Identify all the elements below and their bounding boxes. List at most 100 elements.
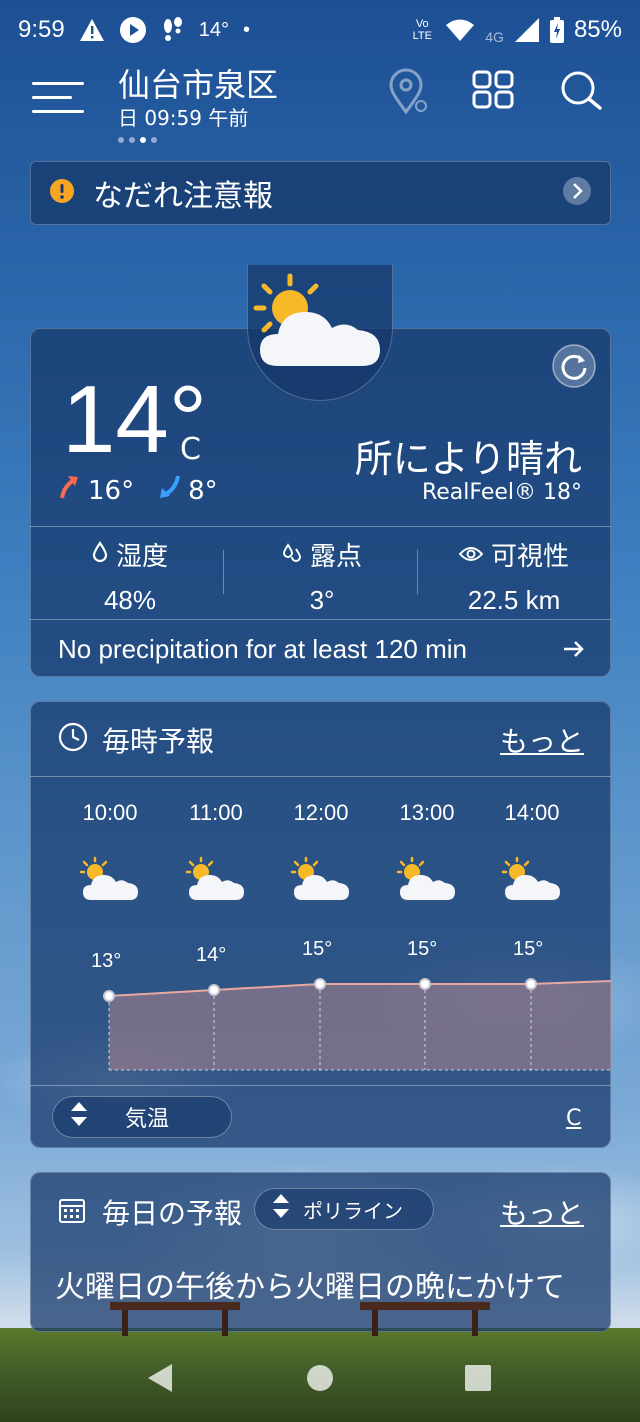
status-time: 9:59	[18, 16, 65, 43]
battery-icon	[549, 17, 564, 43]
refresh-icon[interactable]	[552, 344, 596, 392]
partly-sunny-icon	[55, 856, 165, 906]
grid-apps-icon[interactable]	[472, 70, 514, 114]
notification-dot-icon: •	[242, 18, 250, 41]
hour-column[interactable]: 12:00	[266, 800, 376, 906]
droplet-icon	[92, 540, 108, 570]
daily-more-link[interactable]: もっと	[500, 1192, 584, 1232]
partly-sunny-icon	[266, 856, 376, 906]
chevron-right-icon	[562, 176, 592, 210]
hour-time: 13:00	[399, 800, 455, 825]
partly-sunny-icon	[372, 856, 482, 906]
battery-level: 85%	[573, 16, 622, 43]
arrow-right-icon[interactable]	[562, 638, 586, 664]
sort-arrows-icon	[69, 1100, 89, 1134]
hour-time: 12:00	[293, 800, 349, 825]
footsteps-icon	[161, 17, 185, 43]
temperature-point	[419, 978, 431, 990]
location-pin-icon[interactable]	[388, 68, 428, 122]
bench-silhouette	[110, 1302, 490, 1336]
divider	[30, 526, 611, 527]
temperature-point	[103, 990, 115, 1002]
sort-arrows-icon	[271, 1192, 291, 1226]
clock-icon	[58, 722, 88, 756]
divider	[30, 1085, 611, 1086]
status-temp: 14°	[198, 18, 229, 41]
temperature-point	[314, 978, 326, 990]
page-indicator	[118, 137, 157, 143]
status-bar: 9:59 14° • Vo LTE 4G 85%	[0, 0, 640, 60]
dewpoint-stat: 露点 3°	[232, 536, 412, 616]
hour-temperature: 13°	[91, 950, 122, 972]
metric-selector[interactable]: 気温	[52, 1096, 232, 1138]
play-icon	[119, 16, 147, 44]
temperature-unit: C	[180, 432, 201, 467]
condition-text: 所により晴れ	[354, 437, 582, 481]
system-navigation-bar	[0, 1334, 640, 1422]
hour-temperature: 15°	[513, 938, 544, 960]
hour-temperature: 15°	[407, 938, 438, 960]
high-low-temps: 16° 8°	[58, 474, 218, 507]
wifi-icon	[445, 18, 475, 42]
dewpoint-icon	[282, 540, 302, 570]
precipitation-text[interactable]: No precipitation for at least 120 min	[58, 634, 467, 665]
humidity-value: 48%	[103, 585, 157, 615]
stat-separator	[417, 550, 418, 594]
temperature-point	[208, 984, 220, 996]
app-header: 仙台市泉区 日 09:59 午前	[0, 60, 640, 150]
daily-view-label: ポリライン	[303, 1198, 403, 1223]
daily-view-selector[interactable]: ポリライン	[254, 1188, 434, 1230]
alert-warning-icon	[49, 178, 75, 208]
visibility-value: 22.5 km	[467, 585, 561, 615]
partly-sunny-icon	[161, 856, 271, 906]
hourly-more-link[interactable]: もっと	[500, 720, 584, 760]
recents-button[interactable]	[464, 1364, 492, 1396]
dewpoint-value: 3°	[309, 585, 335, 615]
back-button[interactable]	[146, 1362, 174, 1398]
metric-selector-label: 気温	[125, 1107, 170, 1132]
city-name[interactable]: 仙台市泉区	[118, 60, 278, 106]
hour-column[interactable]: 13:00	[372, 800, 482, 906]
divider	[30, 776, 611, 777]
low-temp: 8°	[188, 475, 218, 506]
hour-temperature: 15°	[302, 938, 333, 960]
hour-temperature: 14°	[196, 944, 227, 966]
humidity-label: 湿度	[115, 542, 168, 572]
weather-alert-banner[interactable]: なだれ注意報	[30, 161, 611, 225]
divider	[30, 619, 611, 620]
humidity-stat: 湿度 48%	[40, 536, 220, 616]
arrow-up-icon	[58, 474, 82, 507]
unit-toggle[interactable]: C	[566, 1106, 581, 1131]
volte-label: Vo LTE	[412, 18, 432, 42]
eye-icon	[458, 540, 484, 570]
high-temp: 16°	[88, 475, 135, 506]
stat-separator	[223, 550, 224, 594]
signal-icon	[514, 17, 540, 43]
partly-sunny-icon	[250, 272, 390, 376]
daily-title: 毎日の予報	[102, 1197, 243, 1230]
hour-column[interactable]: 11:00	[161, 800, 271, 906]
hour-column[interactable]: 10:00	[55, 800, 165, 906]
home-button[interactable]	[306, 1364, 334, 1396]
network-type: 4G	[485, 29, 504, 45]
partly-sunny-icon	[477, 856, 587, 906]
hour-column[interactable]: 14:00	[477, 800, 587, 906]
temperature-area	[109, 981, 611, 1070]
hour-time: 10:00	[82, 800, 138, 825]
hourly-forecast-card	[30, 701, 611, 1148]
hour-time: 14:00	[504, 800, 560, 825]
realfeel-text: RealFeel® 18°	[421, 480, 582, 505]
alert-text: なだれ注意報	[93, 179, 273, 214]
visibility-stat: 可視性 22.5 km	[424, 536, 604, 616]
search-icon[interactable]	[560, 70, 604, 114]
hour-time: 11:00	[189, 800, 243, 825]
temperature-point	[525, 978, 537, 990]
calendar-icon	[58, 1196, 86, 1228]
arrow-down-icon	[158, 474, 182, 507]
dewpoint-label: 露点	[309, 542, 362, 572]
visibility-label: 可視性	[490, 542, 569, 572]
current-datetime: 日 09:59 午前	[118, 106, 249, 130]
hourly-title: 毎時予報	[102, 725, 215, 758]
menu-button[interactable]	[32, 76, 84, 116]
warning-icon	[79, 18, 105, 42]
